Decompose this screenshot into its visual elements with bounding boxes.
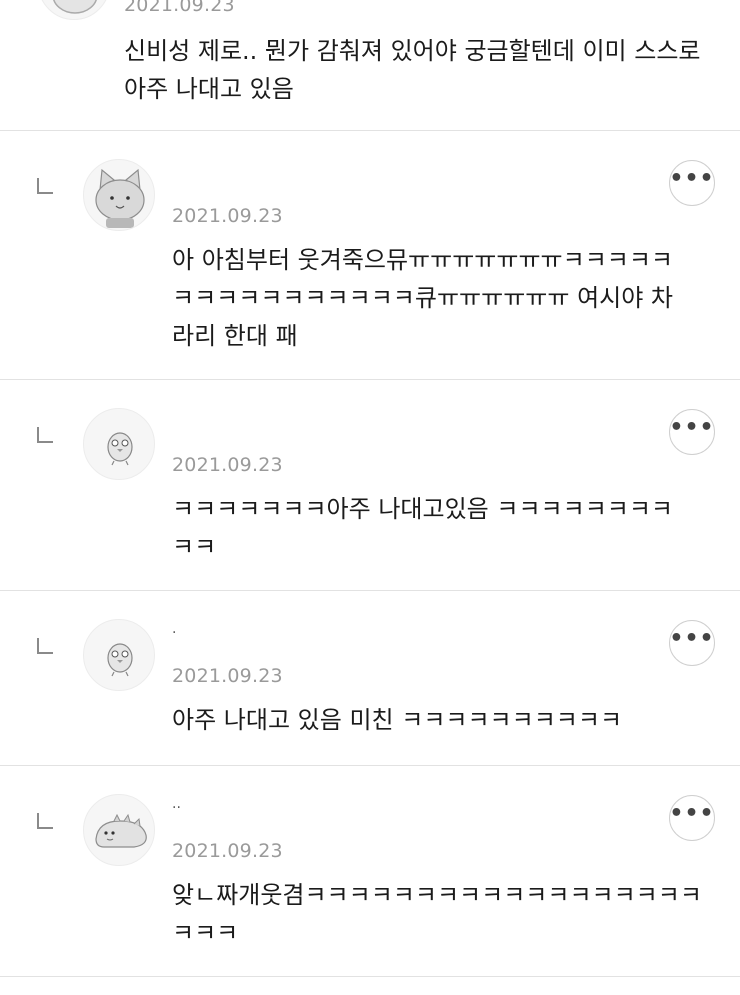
more-options-button[interactable]: ••• — [669, 160, 715, 206]
comment-date: 2021.09.23 — [172, 665, 283, 687]
reply-icon — [37, 813, 53, 829]
comment-date: 2021.09.23 — [172, 454, 283, 476]
comment-date: 2021.09.23 — [172, 205, 283, 227]
dino-avatar[interactable] — [83, 794, 155, 866]
more-options-button[interactable]: ••• — [669, 795, 715, 841]
more-icon: ••• — [669, 166, 715, 191]
comment-date: 2021.09.23 — [172, 840, 283, 862]
comment-nickname: · — [172, 625, 177, 641]
comment-nickname: ·· — [172, 800, 181, 816]
reply-icon — [37, 638, 53, 654]
comment-item: 2021.09.23 아 아침부터 웃겨죽으뮤ㅠㅠㅠㅠㅠㅠㅠㅋㅋㅋㅋㅋㅋㅋㅋㅋㅋ… — [0, 131, 740, 379]
divider — [0, 976, 740, 977]
comment-text: ㅋㅋㅋㅋㅋㅋㅋ아주 나대고있음 ㅋㅋㅋㅋㅋㅋㅋㅋㅋㅋ — [172, 495, 674, 561]
comment-date: 2021.09.23 — [124, 0, 235, 16]
reply-icon — [37, 427, 53, 443]
comment-text: 앚ㄴ짜개웃겸ㅋㅋㅋㅋㅋㅋㅋㅋㅋㅋㅋㅋㅋㅋㅋㅋㅋㅋㅋㅋㅋ — [172, 881, 702, 947]
reply-icon — [37, 178, 53, 194]
penguin-avatar[interactable] — [83, 408, 155, 480]
more-icon: ••• — [669, 626, 715, 651]
more-options-button[interactable]: ••• — [669, 409, 715, 455]
penguin-avatar[interactable] — [83, 619, 155, 691]
comment-text: 신비성 제로.. 뭔가 감춰져 있어야 궁금할텐데 이미 스스로 아주 나대고 … — [124, 37, 701, 103]
more-icon: ••• — [669, 415, 715, 440]
comment-item: ·· 2021.09.23 앚ㄴ짜개웃겸ㅋㅋㅋㅋㅋㅋㅋㅋㅋㅋㅋㅋㅋㅋㅋㅋㅋㅋㅋㅋ… — [0, 766, 740, 976]
comment-item: 2021.09.23 ㅋㅋㅋㅋㅋㅋㅋ아주 나대고있음 ㅋㅋㅋㅋㅋㅋㅋㅋㅋㅋ ••… — [0, 380, 740, 590]
more-icon: ••• — [669, 801, 715, 826]
comment-item: 2021.09.23 신비성 제로.. 뭔가 감춰져 있어야 궁금할텐데 이미 … — [0, 0, 740, 131]
cat-avatar[interactable] — [38, 0, 110, 20]
comment-text: 아 아침부터 웃겨죽으뮤ㅠㅠㅠㅠㅠㅠㅠㅋㅋㅋㅋㅋㅋㅋㅋㅋㅋㅋㅋㅋㅋㅋㅋ큐ㅠㅠㅠㅠ… — [172, 246, 674, 350]
cat-avatar[interactable] — [83, 159, 155, 231]
more-options-button[interactable]: ••• — [669, 620, 715, 666]
comment-item: · 2021.09.23 아주 나대고 있음 미친 ㅋㅋㅋㅋㅋㅋㅋㅋㅋㅋ ••• — [0, 591, 740, 765]
comment-text: 아주 나대고 있음 미친 ㅋㅋㅋㅋㅋㅋㅋㅋㅋㅋ — [172, 706, 623, 734]
